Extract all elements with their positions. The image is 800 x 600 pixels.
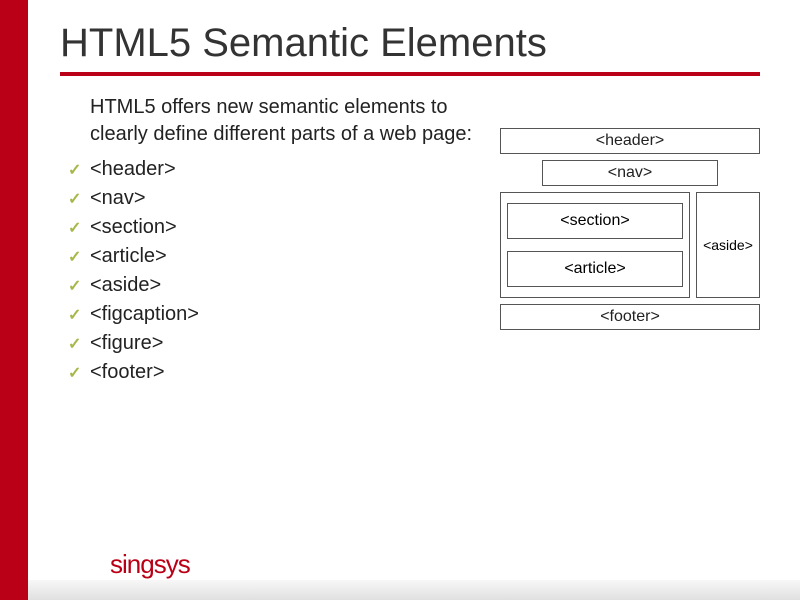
list-item: ✓ <nav> — [68, 187, 480, 210]
list-item-label: <article> — [90, 245, 167, 267]
list-item: ✓ <figure> — [68, 332, 480, 355]
diagram-aside-box: <aside> — [696, 192, 760, 298]
check-icon: ✓ — [68, 276, 81, 296]
diagram-nav-box: <nav> — [542, 160, 719, 186]
list-item: ✓ <header> — [68, 158, 480, 181]
check-icon: ✓ — [68, 160, 81, 180]
bullet-list: ✓ <header> ✓ <nav> ✓ <section> ✓ <article> ✓… — [68, 158, 480, 384]
diagram-middle-row: <section> <article> <aside> — [500, 192, 760, 298]
diagram-footer-box: <footer> — [500, 304, 760, 330]
list-item-label: <aside> — [90, 274, 161, 296]
brand-logo: singsys — [110, 549, 190, 580]
title-underline — [60, 72, 760, 76]
list-item: ✓ <section> — [68, 216, 480, 239]
footer-shadow — [28, 580, 800, 600]
diagram-section-box: <section> — [507, 203, 683, 239]
list-item-label: <figcaption> — [90, 303, 199, 325]
check-icon: ✓ — [68, 218, 81, 238]
list-item: ✓ <footer> — [68, 361, 480, 384]
intro-text: HTML5 offers new semantic elements to cl… — [90, 94, 480, 148]
list-item-label: <section> — [90, 216, 177, 238]
body-row: HTML5 offers new semantic elements to cl… — [60, 94, 760, 390]
list-item-label: <figure> — [90, 332, 163, 354]
layout-diagram: <header> <nav> <section> <article> <asid… — [500, 122, 760, 336]
check-icon: ✓ — [68, 305, 81, 325]
list-item: ✓ <article> — [68, 245, 480, 268]
left-accent-bar — [0, 0, 28, 600]
check-icon: ✓ — [68, 247, 81, 267]
list-item: ✓ <figcaption> — [68, 303, 480, 326]
slide-content: HTML5 Semantic Elements HTML5 offers new… — [60, 20, 760, 570]
list-item-label: <nav> — [90, 187, 146, 209]
list-item: ✓ <aside> — [68, 274, 480, 297]
list-item-label: <footer> — [90, 361, 165, 383]
diagram-article-box: <article> — [507, 251, 683, 287]
text-column: HTML5 offers new semantic elements to cl… — [60, 94, 480, 390]
diagram-main-col: <section> <article> — [500, 192, 690, 298]
list-item-label: <header> — [90, 158, 176, 180]
check-icon: ✓ — [68, 363, 81, 383]
slide-title: HTML5 Semantic Elements — [60, 20, 760, 66]
check-icon: ✓ — [68, 334, 81, 354]
check-icon: ✓ — [68, 189, 81, 209]
diagram-header-box: <header> — [500, 128, 760, 154]
